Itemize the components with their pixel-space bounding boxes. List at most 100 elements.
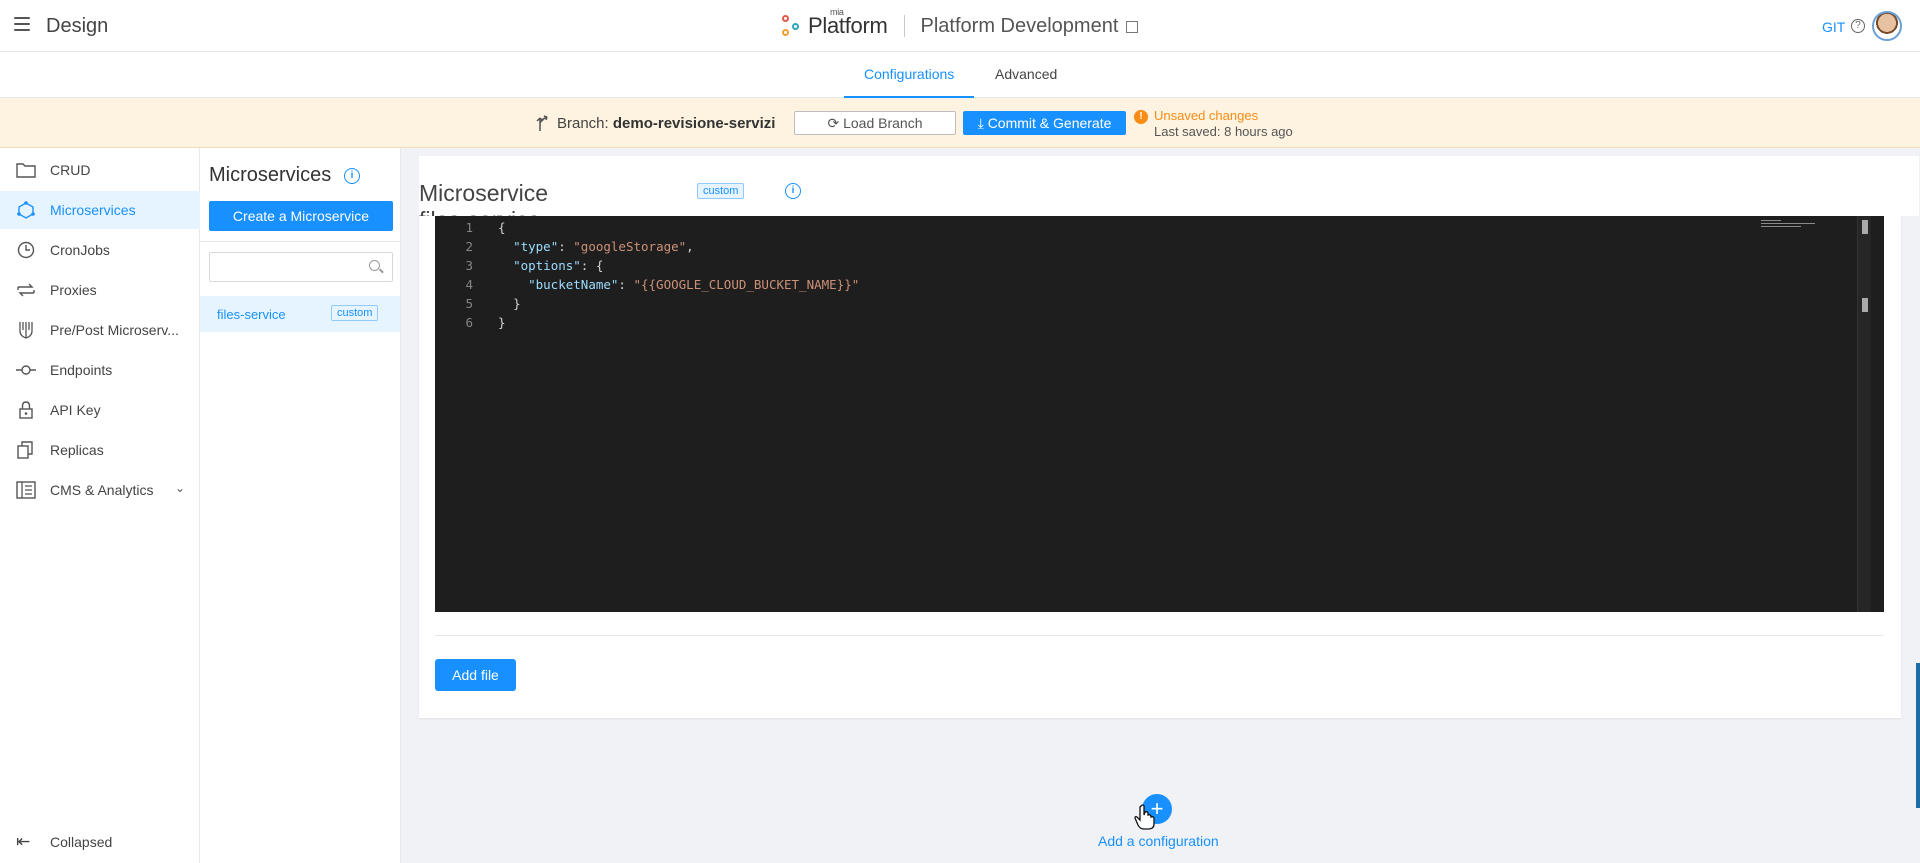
editor-line: 4 "bucketName": "{{GOOGLE_CLOUD_BUCKET_N… [435,277,1835,296]
swap-icon [17,283,35,297]
top-header: Design mia Platform Platform Development… [0,0,1920,52]
scrollbar-marker [1862,298,1868,312]
page-header: Microservice files-service custom i [419,156,1919,233]
code-editor[interactable]: 1 { 2 "type": "googleStorage", 3 "option… [435,216,1884,612]
help-icon[interactable]: ? [1851,19,1865,33]
copy-icon [17,441,33,459]
code-text: } [498,315,506,330]
lock-icon [19,401,33,419]
line-code: "type": "googleStorage", [498,239,694,254]
code-text: : { [580,258,604,273]
line-code: } [498,315,506,330]
code-key: "type" [513,239,559,254]
git-link[interactable]: GIT [1822,19,1845,35]
line-number: 1 [465,220,473,235]
branch-name: demo-revisione-servizi [612,115,776,132]
search-input[interactable] [209,252,393,282]
sidebar-item-label: Proxies [50,282,97,298]
scrollbar-thumb[interactable] [1862,220,1868,234]
add-configuration-label[interactable]: Add a configuration [1098,833,1219,849]
load-branch-button[interactable]: ⟳ Load Branch [794,111,956,135]
refresh-icon: ⟳ [827,115,840,131]
sidebar-item-label: Endpoints [50,362,113,378]
unsaved-changes-label: Unsaved changes [1154,108,1259,123]
editor-minimap[interactable] [1761,220,1815,230]
sidebar-item-cms-analytics[interactable]: CMS & Analytics ⌄ [0,471,200,509]
code-text: { [498,220,506,235]
create-microservice-button[interactable]: Create a Microservice [209,201,393,231]
main-panel: Microservice files-service custom i 1 { … [401,148,1920,863]
sidebar-item-label: CMS & Analytics [50,482,154,498]
info-icon[interactable]: i [344,168,360,184]
mia-platform-logo-icon [780,13,804,39]
tab-configurations[interactable]: Configurations [844,52,975,98]
code-key: "bucketName" [528,277,619,292]
sidebar: CRUD Microservices CronJobs Proxies Pre/… [0,148,200,863]
code-text: } [513,296,521,311]
hand-cursor-icon [1134,804,1155,830]
logo-main-text: Platform [808,13,888,38]
external-link-icon[interactable] [1126,21,1139,33]
microservices-title: Microservices [209,164,332,186]
code-value: "{{GOOGLE_CLOUD_BUCKET_NAME}}" [633,277,860,292]
branch-icon [536,115,548,131]
branch-bar: Branch: demo-revisione-servizi ⟳ Load Br… [0,98,1920,148]
line-code: "options": { [498,258,603,273]
last-saved-label: Last saved: 8 hours ago [1154,124,1293,139]
editor-line: 6 } [435,315,1835,334]
commit-generate-button[interactable]: ⤓ Commit & Generate [963,111,1126,135]
sidebar-item-microservices[interactable]: Microservices [0,191,200,229]
sidebar-item-pre-post-microservices[interactable]: Pre/Post Microserv... [0,311,200,349]
brand: mia Platform Platform Development [780,7,1139,44]
sidebar-item-replicas[interactable]: Replicas [0,431,200,469]
line-number: 4 [465,277,473,292]
search-icon[interactable] [369,260,380,271]
tab-advanced[interactable]: Advanced [975,52,1077,98]
list-item[interactable]: files-service custom [200,296,400,332]
hamburger-menu-icon[interactable] [14,17,30,35]
microservices-icon [17,201,35,219]
folder-icon [16,163,36,178]
sidebar-item-label: Microservices [50,202,136,218]
editor-line: 3 "options": { [435,258,1835,277]
sidebar-item-label: Replicas [50,442,104,458]
line-number: 2 [465,239,473,254]
project-name[interactable]: Platform Development [921,15,1119,38]
editor-line: 2 "type": "googleStorage", [435,239,1835,258]
sidebar-item-crud[interactable]: CRUD [0,151,200,189]
download-icon: ⤓ [977,114,984,131]
editor-scrollbar[interactable] [1857,216,1871,612]
app-title: Design [46,15,109,37]
editor-line: 5 } [435,296,1835,315]
layout-icon [16,481,36,499]
line-number: 3 [465,258,473,273]
sidebar-item-endpoints[interactable]: Endpoints [0,351,200,389]
sidebar-item-api-key[interactable]: API Key [0,391,200,429]
microservices-panel: Microservices i Create a Microservice fi… [200,148,401,863]
code-text: , [686,239,694,254]
line-number: 6 [465,315,473,330]
microservice-name: files-service [217,307,286,322]
chevron-down-icon[interactable]: ⌄ [175,481,185,495]
collapse-sidebar-button[interactable]: ⇤ Collapsed [0,824,200,860]
logo-small-text: mia [830,7,844,17]
sidebar-item-proxies[interactable]: Proxies [0,271,200,309]
info-icon[interactable]: i [785,183,801,199]
editor-line: 1 { [435,220,1835,239]
line-number: 5 [465,296,473,311]
sidebar-item-cronjobs[interactable]: CronJobs [0,231,200,269]
custom-tag: custom [331,305,379,321]
add-file-button[interactable]: Add file [435,659,516,691]
avatar[interactable] [1872,11,1902,41]
logo-text: mia Platform [808,7,888,39]
collapse-icon: ⇤ [16,832,31,851]
code-value: "googleStorage" [573,239,687,254]
page-scrollbar[interactable] [1916,663,1920,808]
branch-label: Branch: demo-revisione-servizi [557,115,775,132]
sidebar-item-label: CRUD [50,162,91,178]
fork-icon [19,322,33,339]
